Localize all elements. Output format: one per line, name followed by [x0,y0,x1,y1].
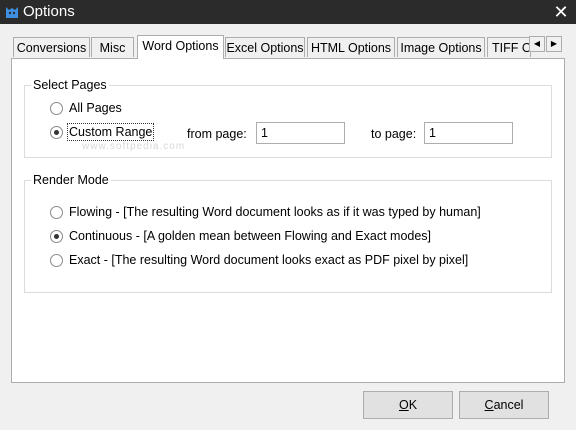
cancel-button[interactable]: Cancel [459,391,549,419]
tab-excel-options[interactable]: Excel Options [225,37,305,57]
from-page-label: from page: [187,127,247,141]
tab-scroll-right-icon[interactable]: ▶ [546,36,562,52]
title-bar: Options ✕ [0,0,576,24]
tab-misc[interactable]: Misc [91,37,134,57]
window-title: Options [23,3,75,20]
flowing-radio[interactable] [50,206,63,219]
tab-image-options[interactable]: Image Options [397,37,485,57]
word-options-panel: Select Pages All Pages Custom Range from… [11,58,565,383]
continuous-label[interactable]: Continuous - [A golden mean between Flow… [69,229,431,243]
all-pages-radio[interactable] [50,102,63,115]
close-icon[interactable]: ✕ [550,1,572,23]
tab-conversions[interactable]: Conversions [13,37,90,57]
all-pages-label[interactable]: All Pages [69,101,122,115]
tab-tiff-options[interactable]: TIFF O [487,37,531,57]
tab-scroll-left-icon[interactable]: ◀ [529,36,545,52]
exact-radio[interactable] [50,254,63,267]
custom-range-radio[interactable] [50,126,63,139]
continuous-radio[interactable] [50,230,63,243]
custom-range-label[interactable]: Custom Range [66,123,155,141]
tab-html-options[interactable]: HTML Options [307,37,395,57]
cancel-mnemonic: C [484,398,494,412]
flowing-label[interactable]: Flowing - [The resulting Word document l… [69,205,481,219]
tab-word-options[interactable]: Word Options [137,35,224,59]
select-pages-legend: Select Pages [33,78,107,92]
tab-strip: Conversions Misc Word Options Excel Opti… [11,35,565,59]
cat-app-icon [6,7,18,18]
ok-button[interactable]: OK [363,391,453,419]
ok-label: K [408,398,418,412]
exact-label[interactable]: Exact - [The resulting Word document loo… [69,253,468,267]
to-page-input[interactable] [424,122,513,144]
from-page-input[interactable] [256,122,345,144]
cancel-label: ancel [493,398,524,412]
ok-mnemonic: O [398,398,409,412]
render-mode-legend: Render Mode [33,173,109,187]
softpedia-watermark: www.softpedia.com [82,141,186,152]
to-page-label: to page: [371,127,417,141]
